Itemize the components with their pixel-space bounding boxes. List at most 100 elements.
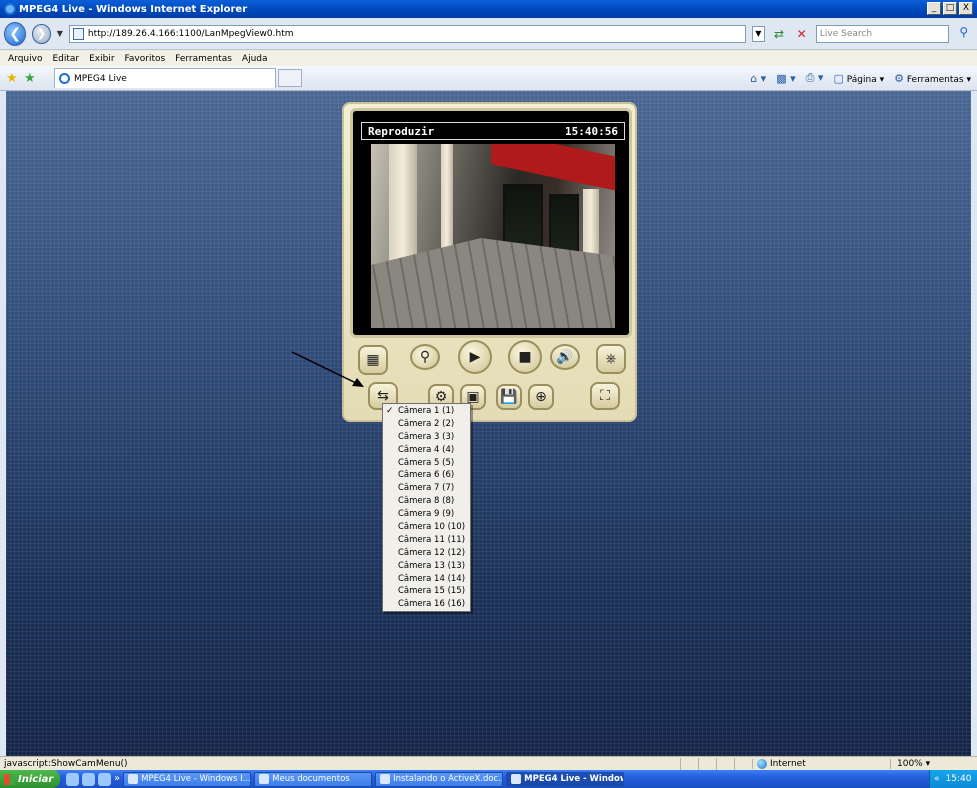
camera-menu-item-label: Câmera 1 (1)	[398, 406, 455, 416]
camera-menu-item[interactable]: Câmera 5 (5)	[383, 457, 470, 470]
status-cell	[698, 757, 716, 770]
camera-menu-item[interactable]: ✓ Câmera 1 (1)	[383, 405, 470, 418]
ie-quicklaunch-icon[interactable]	[66, 772, 79, 786]
camera-menu-item[interactable]: Câmera 3 (3)	[383, 431, 470, 444]
feeds-icon[interactable]: ▩ ▾	[776, 72, 795, 85]
camera-video-feed[interactable]	[371, 144, 615, 328]
url-text: http://189.26.4.166:1100/LanMpegView0.ht…	[87, 28, 294, 39]
ie-tab-icon	[59, 73, 70, 84]
fullscreen-button[interactable]: ⛶	[590, 382, 620, 410]
security-zone[interactable]: Internet	[752, 758, 872, 769]
camera-menu-item[interactable]: Câmera 6 (6)	[383, 469, 470, 482]
tab-mpeg4-live[interactable]: MPEG4 Live	[54, 68, 276, 88]
menu-editar[interactable]: Editar	[52, 54, 79, 64]
page-icon	[72, 27, 84, 40]
camera-menu-item[interactable]: Câmera 11 (11)	[383, 534, 470, 547]
tray-expand-icon[interactable]: «	[934, 774, 940, 784]
task-label: MPEG4 Live - Window...	[524, 774, 623, 784]
camera-menu-item[interactable]: Câmera 12 (12)	[383, 547, 470, 560]
media-quicklaunch-icon[interactable]	[98, 772, 111, 786]
microphone-button[interactable]: ⚲	[410, 344, 440, 370]
save-icon: 💾	[500, 389, 518, 405]
play-button[interactable]: ▶	[458, 340, 492, 374]
close-button[interactable]: X	[959, 2, 973, 15]
camera-menu-item-label: Câmera 13 (13)	[398, 560, 466, 571]
favorites-star-icon[interactable]: ★	[6, 71, 24, 86]
taskbar: Iniciar » MPEG4 Live - Windows I... Meus…	[0, 770, 977, 788]
camera-menu-item-label: Câmera 8 (8)	[398, 496, 455, 507]
menu-ferramentas[interactable]: Ferramentas	[175, 54, 232, 64]
refresh-icon[interactable]: ⇄	[771, 25, 788, 43]
ptz-button[interactable]: ⎈	[596, 344, 626, 374]
camera-menu-item[interactable]: Câmera 14 (14)	[383, 573, 470, 586]
taskbar-item[interactable]: Instalando o ActiveX.doc...	[375, 771, 504, 787]
menu-favoritos[interactable]: Favoritos	[125, 54, 166, 64]
history-dropdown-icon[interactable]: ▼	[57, 29, 63, 38]
play-icon: ▶	[469, 349, 481, 365]
address-input[interactable]: http://189.26.4.166:1100/LanMpegView0.ht…	[68, 24, 746, 43]
taskbar-item-active[interactable]: MPEG4 Live - Window...	[506, 771, 625, 787]
menu-ajuda[interactable]: Ajuda	[242, 54, 268, 64]
tools-menu-icon: ⚙	[894, 71, 904, 85]
menu-exibir[interactable]: Exibir	[89, 54, 114, 64]
maximize-button[interactable]: □	[943, 2, 957, 15]
add-favorites-icon[interactable]: ★	[24, 71, 46, 86]
zoom-level[interactable]: 100% ▾	[890, 758, 930, 769]
camera-menu-item[interactable]: Câmera 7 (7)	[383, 482, 470, 495]
camera-dropdown-menu: ✓ Câmera 1 (1) Câmera 2 (2) Câmera 3 (3) Câm…	[382, 403, 471, 612]
fullscreen-icon: ⛶	[600, 388, 610, 404]
quick-launch: »	[66, 772, 120, 786]
minimize-button[interactable]: _	[927, 2, 941, 15]
forward-button[interactable]: ❯	[32, 23, 51, 44]
tab-label: MPEG4 Live	[74, 73, 127, 84]
camera-menu-item-label: Câmera 16 (16)	[398, 599, 466, 610]
camera-menu-item[interactable]: Câmera 15 (15)	[383, 585, 470, 598]
start-button[interactable]: Iniciar	[0, 770, 60, 788]
window-title: MPEG4 Live - Windows Internet Explorer	[19, 3, 248, 15]
camera-menu-item[interactable]: Câmera 9 (9)	[383, 508, 470, 521]
window-controls: _ □ X	[927, 2, 973, 15]
camera-menu-item-label: Câmera 6 (6)	[398, 470, 455, 481]
new-tab-button[interactable]	[278, 69, 302, 87]
annotation-arrow	[291, 351, 364, 387]
camera-menu-item-label: Câmera 9 (9)	[398, 509, 455, 520]
task-label: Meus documentos	[272, 774, 350, 784]
player-status: Reproduzir	[368, 124, 435, 138]
camera-menu-item-label: Câmera 5 (5)	[398, 457, 455, 468]
tools-menu-button[interactable]: ⚙ Ferramentas ▾	[894, 72, 971, 85]
clock: 15:40	[945, 774, 972, 784]
camera-menu-item[interactable]: Câmera 2 (2)	[383, 418, 470, 431]
menu-bar: Arquivo Editar Exibir Favoritos Ferramen…	[0, 51, 977, 66]
search-icon[interactable]: ⚲	[955, 25, 973, 43]
speaker-button[interactable]: 🔊	[550, 344, 580, 370]
taskbar-item[interactable]: Meus documentos	[254, 771, 373, 787]
video-pillar-mid	[441, 144, 453, 254]
zoom-button[interactable]: ⊕	[528, 384, 554, 410]
zoom-value: 100%	[897, 758, 923, 769]
camera-menu-item-label: Câmera 12 (12)	[398, 547, 466, 558]
player-screen: Reproduzir 15:40:56	[350, 108, 632, 338]
taskbar-item[interactable]: MPEG4 Live - Windows I...	[123, 771, 252, 787]
stop-button[interactable]: ■	[508, 340, 542, 374]
camera-menu-item[interactable]: Câmera 16 (16)	[383, 598, 470, 611]
page-menu-button[interactable]: ▢ Página ▾	[833, 72, 884, 85]
camera-menu-item[interactable]: Câmera 4 (4)	[383, 444, 470, 457]
stop-icon[interactable]: ✕	[793, 25, 810, 43]
camera-menu-item[interactable]: Câmera 10 (10)	[383, 521, 470, 534]
camera-menu-item-label: Câmera 15 (15)	[398, 586, 466, 597]
camera-menu-item[interactable]: Câmera 13 (13)	[383, 560, 470, 573]
quicklaunch-more-icon[interactable]: »	[114, 773, 120, 786]
messenger-quicklaunch-icon[interactable]	[82, 772, 95, 786]
home-icon[interactable]: ⌂ ▾	[750, 72, 766, 85]
search-input[interactable]: Live Search	[815, 24, 949, 43]
ie-task-icon	[128, 774, 139, 784]
back-button[interactable]: ❮	[4, 21, 27, 46]
video-player: Reproduzir 15:40:56 ▦ ⚲ ▶ ■ 🔊 ⎈ ⇆ ⚙ ▣ 💾 …	[342, 102, 637, 422]
print-icon[interactable]: ⎙ ▾	[806, 71, 824, 85]
address-dropdown-button[interactable]: ▼	[751, 25, 765, 42]
save-button[interactable]: 💾	[496, 384, 522, 410]
camera-menu-item[interactable]: Câmera 8 (8)	[383, 495, 470, 508]
checkmark-icon: ✓	[386, 406, 394, 416]
camera-menu-item-label: Câmera 14 (14)	[398, 573, 466, 584]
menu-arquivo[interactable]: Arquivo	[8, 54, 42, 64]
